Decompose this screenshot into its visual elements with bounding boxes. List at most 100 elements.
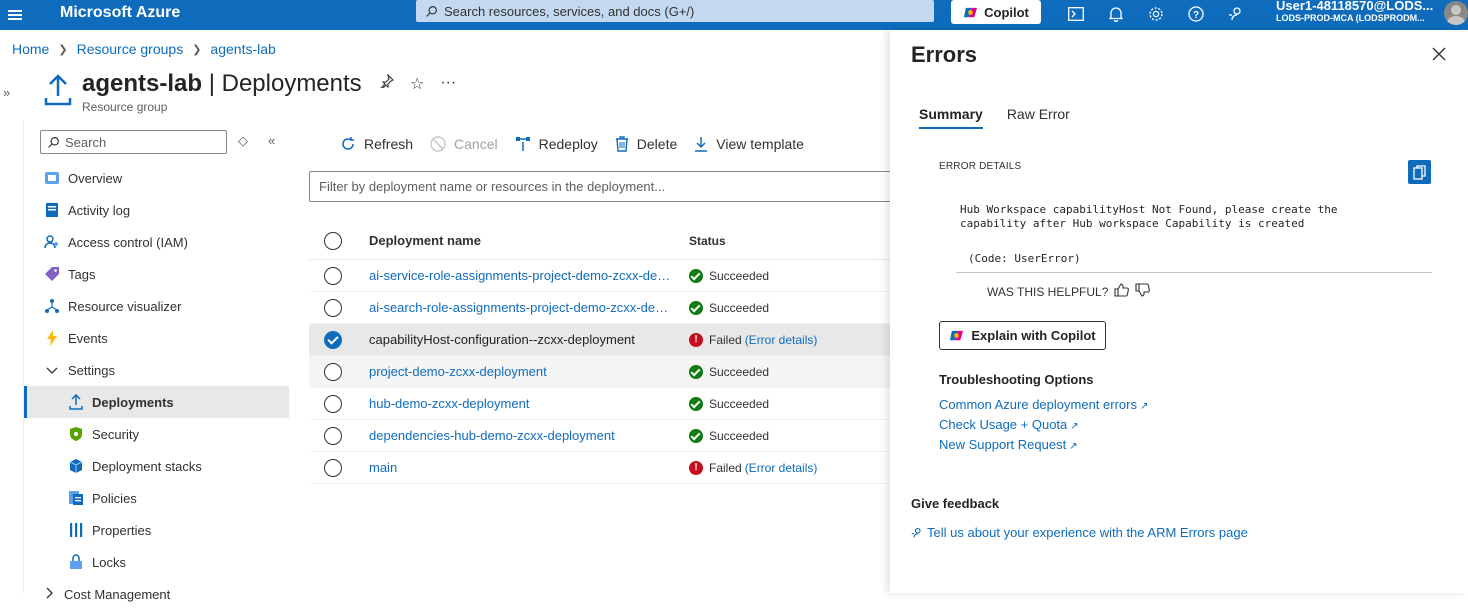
table-row[interactable]: ai-search-role-assignments-project-demo-… (309, 292, 909, 324)
sidebar-item-security[interactable]: Security (24, 418, 289, 450)
close-icon[interactable] (1432, 44, 1446, 67)
cloud-shell-icon[interactable] (1065, 3, 1087, 25)
sort-icon[interactable]: ◇ (238, 133, 248, 149)
nav-search-input[interactable]: Search (40, 130, 227, 154)
notifications-icon[interactable] (1105, 3, 1127, 25)
column-header-status[interactable]: Status (689, 234, 726, 248)
sidebar-item-deployments[interactable]: Deployments (24, 386, 289, 418)
sidebar-item-label: Locks (92, 554, 126, 570)
table-row[interactable]: hub-demo-zcxx-deployment Succeeded (309, 388, 909, 420)
feedback-link[interactable]: Tell us about your experience with the A… (911, 525, 1248, 540)
copilot-icon (950, 330, 964, 341)
deployment-name-link[interactable]: main (369, 460, 674, 475)
user-name: User1-48118570@LODS... (1276, 0, 1434, 13)
breadcrumb-resource-groups[interactable]: Resource groups (77, 41, 184, 57)
lightning-icon (44, 330, 60, 346)
expand-sidebar-icon[interactable]: » (3, 85, 10, 100)
sidebar-item-properties[interactable]: Properties (24, 514, 289, 546)
thumbs-down-icon[interactable] (1135, 283, 1151, 300)
chevron-right-icon: ❯ (192, 43, 202, 56)
deployment-name-link[interactable]: project-demo-zcxx-deployment (369, 364, 674, 379)
row-select-radio[interactable] (324, 426, 342, 445)
view-template-button[interactable]: View template (694, 136, 804, 152)
star-icon[interactable]: ☆ (410, 74, 424, 94)
overview-icon (44, 170, 60, 186)
sidebar-group-cost-management[interactable]: Cost Management (24, 578, 289, 610)
global-search-input[interactable]: Search resources, services, and docs (G+… (416, 0, 934, 22)
iam-icon (44, 234, 60, 250)
redeploy-button[interactable]: Redeploy (515, 136, 598, 152)
deployment-name-link[interactable]: ai-search-role-assignments-project-demo-… (369, 300, 674, 315)
activity-log-icon (44, 202, 60, 218)
sidebar-item-locks[interactable]: Locks (24, 546, 289, 578)
copilot-icon (964, 7, 978, 17)
table-row[interactable]: capabilityHost-configuration--zcxx-deplo… (309, 324, 909, 356)
row-select-radio[interactable] (324, 330, 342, 349)
error-details-link[interactable]: (Error details) (745, 333, 818, 347)
sidebar-group-settings[interactable]: Settings (24, 354, 289, 386)
row-select-radio[interactable] (324, 458, 342, 477)
sidebar-item-policies[interactable]: Policies (24, 482, 289, 514)
success-icon (689, 364, 703, 379)
select-all-radio[interactable] (324, 231, 342, 250)
breadcrumb-agents-lab[interactable]: agents-lab (210, 41, 275, 57)
pin-icon[interactable] (380, 73, 394, 94)
tab-summary[interactable]: Summary (919, 106, 983, 129)
tab-raw-error[interactable]: Raw Error (1007, 106, 1070, 129)
row-select-radio[interactable] (324, 298, 342, 317)
search-icon (426, 5, 437, 17)
sidebar-item-overview[interactable]: Overview (24, 162, 289, 194)
table-row[interactable]: main ! Failed (Error details) (309, 452, 909, 484)
refresh-button[interactable]: Refresh (340, 136, 413, 152)
thumbs-up-icon[interactable] (1114, 283, 1130, 300)
copy-button[interactable] (1408, 160, 1431, 184)
status-cell: Succeeded (689, 268, 769, 283)
sidebar-item-events[interactable]: Events (24, 322, 289, 354)
sidebar-item-deployment-stacks[interactable]: Deployment stacks (24, 450, 289, 482)
deployment-name-link[interactable]: hub-demo-zcxx-deployment (369, 396, 674, 411)
error-details-link[interactable]: (Error details) (745, 461, 818, 475)
more-icon[interactable]: ··· (440, 74, 456, 94)
chevron-right-icon (46, 587, 54, 602)
link-support-request[interactable]: New Support Request ↗ (939, 437, 1148, 457)
table-row[interactable]: ai-service-role-assignments-project-demo… (309, 260, 909, 292)
deployments-table: Deployment name Status ai-service-role-a… (309, 222, 909, 484)
sidebar-item-tags[interactable]: Tags (24, 258, 289, 290)
explain-with-copilot-button[interactable]: Explain with Copilot (939, 321, 1106, 350)
sidebar-item-label: Security (92, 426, 139, 442)
sidebar-item-label: Settings (68, 362, 115, 378)
cancel-button[interactable]: Cancel (430, 136, 498, 152)
collapse-nav-icon[interactable]: « (268, 133, 275, 148)
title-actions: ☆ ··· (380, 73, 456, 94)
deployment-filter-input[interactable]: Filter by deployment name or resources i… (309, 171, 909, 202)
deployment-name-link[interactable]: capabilityHost-configuration--zcxx-deplo… (369, 332, 674, 347)
menu-icon[interactable] (0, 0, 30, 30)
delete-button[interactable]: Delete (615, 136, 677, 152)
status-cell: ! Failed (Error details) (689, 460, 818, 475)
brand-title[interactable]: Microsoft Azure (60, 4, 180, 22)
deployments-upload-icon (44, 74, 72, 109)
table-row[interactable]: project-demo-zcxx-deployment Succeeded (309, 356, 909, 388)
breadcrumb-home[interactable]: Home (12, 41, 49, 57)
copilot-button[interactable]: Copilot (951, 0, 1041, 24)
row-select-radio[interactable] (324, 394, 342, 413)
properties-icon (68, 522, 84, 538)
gear-icon[interactable] (1145, 3, 1167, 25)
account-menu[interactable]: User1-48118570@LODS... LODS-PROD-MCA (LO… (1276, 0, 1433, 24)
shield-icon (68, 426, 84, 442)
help-icon[interactable]: ? (1185, 3, 1207, 25)
avatar[interactable] (1444, 1, 1468, 25)
sidebar-item-activity-log[interactable]: Activity log (24, 194, 289, 226)
deployment-name-link[interactable]: dependencies-hub-demo-zcxx-deployment (369, 428, 674, 443)
feedback-icon[interactable] (1225, 3, 1247, 25)
column-header-name[interactable]: Deployment name (369, 233, 674, 248)
table-row[interactable]: dependencies-hub-demo-zcxx-deployment Su… (309, 420, 909, 452)
sidebar-item-iam[interactable]: Access control (IAM) (24, 226, 289, 258)
deployment-name-link[interactable]: ai-service-role-assignments-project-demo… (369, 268, 674, 283)
sidebar-item-resource-visualizer[interactable]: Resource visualizer (24, 290, 289, 322)
link-usage-quota[interactable]: Check Usage + Quota ↗ (939, 417, 1148, 437)
link-common-errors[interactable]: Common Azure deployment errors ↗ (939, 397, 1148, 417)
row-select-radio[interactable] (324, 266, 342, 285)
row-select-radio[interactable] (324, 362, 342, 381)
troubleshooting-links: Common Azure deployment errors ↗ Check Us… (939, 397, 1148, 457)
